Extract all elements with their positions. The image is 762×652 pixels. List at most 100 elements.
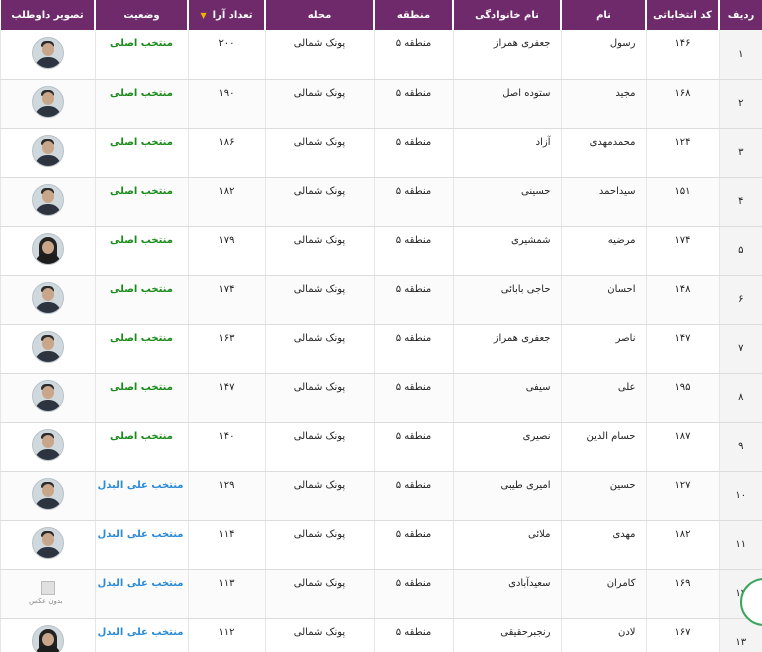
- avatar-body: [34, 498, 61, 509]
- region-cell: منطقه ۵: [373, 177, 453, 227]
- candidate-avatar[interactable]: [31, 135, 64, 167]
- row-number-cell: ۱: [718, 30, 762, 80]
- status-badge: منتخب علی البدل: [94, 520, 188, 570]
- table-row: ۳ ۱۲۴ محمدمهدی آزاد منطقه ۵ پونک شمالی ۱۸۶ منتخ…: [0, 128, 762, 178]
- status-badge: منتخب اصلی: [94, 422, 188, 472]
- header-status[interactable]: وضعیت: [94, 0, 188, 30]
- last-name-cell: جعفری همراز: [452, 30, 561, 80]
- vote-count-cell: ۱۱۳: [187, 569, 265, 619]
- photo-cell: [0, 79, 95, 129]
- table-row: ۴ ۱۵۱ سیداحمد حسینی منطقه ۵ پونک شمالی ۱۸۲ منتخ…: [0, 177, 762, 227]
- election-code-cell: ۱۲۷: [645, 471, 719, 521]
- region-cell: منطقه ۵: [373, 569, 453, 619]
- election-code-cell: ۱۴۶: [645, 30, 719, 80]
- candidate-avatar[interactable]: [31, 429, 64, 461]
- photo-cell: [0, 520, 95, 570]
- region-cell: منطقه ۵: [373, 618, 453, 652]
- status-badge: منتخب علی البدل: [94, 618, 188, 652]
- candidate-avatar[interactable]: [31, 380, 64, 412]
- status-badge: منتخب اصلی: [94, 30, 188, 80]
- neighborhood-cell: پونک شمالی: [264, 226, 374, 276]
- last-name-cell: حاجی بابائی: [452, 275, 561, 325]
- election-code-cell: ۱۶۷: [645, 618, 719, 652]
- header-photo[interactable]: تصویر داوطلب: [0, 0, 95, 30]
- first-name-cell: مرضیه: [560, 226, 646, 276]
- avatar-head: [41, 484, 54, 497]
- neighborhood-cell: پونک شمالی: [264, 422, 374, 472]
- status-badge: منتخب علی البدل: [94, 569, 188, 619]
- region-cell: منطقه ۵: [373, 128, 453, 178]
- candidate-avatar[interactable]: [31, 478, 64, 510]
- header-first-name[interactable]: نام: [560, 0, 646, 30]
- row-number-cell: ۲: [718, 79, 762, 129]
- election-code-cell: ۱۵۱: [645, 177, 719, 227]
- table-row: ۹ ۱۸۷ حسام الدین نصیری منطقه ۵ پونک شمالی ۱۴۰ م…: [0, 422, 762, 472]
- region-cell: منطقه ۵: [373, 422, 453, 472]
- table-header: ردیف کد انتخاباتی نام نام خانوادگی منطقه…: [0, 0, 762, 30]
- election-code-cell: ۱۹۵: [645, 373, 719, 423]
- photo-cell: [0, 324, 95, 374]
- candidate-avatar[interactable]: [31, 233, 64, 265]
- vote-count-cell: ۱۴۷: [187, 373, 265, 423]
- election-code-cell: ۱۴۸: [645, 275, 719, 325]
- candidate-avatar[interactable]: [31, 86, 64, 118]
- photo-cell: [0, 422, 95, 472]
- region-cell: منطقه ۵: [373, 373, 453, 423]
- first-name-cell: رسول: [560, 30, 646, 80]
- header-neighborhood[interactable]: محله: [264, 0, 374, 30]
- photo-cell: [0, 177, 95, 227]
- row-number-cell: ۴: [718, 177, 762, 227]
- candidate-avatar[interactable]: [31, 625, 64, 652]
- election-code-cell: ۱۴۷: [645, 324, 719, 374]
- vote-count-cell: ۱۶۳: [187, 324, 265, 374]
- neighborhood-cell: پونک شمالی: [264, 373, 374, 423]
- candidate-avatar[interactable]: [31, 282, 64, 314]
- last-name-cell: شمشیری: [452, 226, 561, 276]
- avatar-body: [34, 351, 61, 362]
- status-badge: منتخب اصلی: [94, 373, 188, 423]
- row-number-cell: ۵: [718, 226, 762, 276]
- photo-cell: [0, 128, 95, 178]
- header-votes[interactable]: تعداد آرا ▼: [187, 0, 265, 30]
- status-badge: منتخب اصلی: [94, 275, 188, 325]
- last-name-cell: امیری طیبی: [452, 471, 561, 521]
- neighborhood-cell: پونک شمالی: [264, 569, 374, 619]
- vote-count-cell: ۱۹۰: [187, 79, 265, 129]
- table-row: ۵ ۱۷۴ مرضیه شمشیری منطقه ۵ پونک شمالی ۱۷۹ منتخب…: [0, 226, 762, 276]
- photo-cell: [0, 373, 95, 423]
- table-row: ۱۱ ۱۸۲ مهدی ملائی منطقه ۵ پونک شمالی ۱۱۴ منتخب …: [0, 520, 762, 570]
- candidate-avatar[interactable]: [31, 184, 64, 216]
- vote-count-cell: ۱۸۲: [187, 177, 265, 227]
- election-code-cell: ۱۶۹: [645, 569, 719, 619]
- vote-count-cell: ۱۷۴: [187, 275, 265, 325]
- avatar-head: [41, 92, 54, 105]
- neighborhood-cell: پونک شمالی: [264, 30, 374, 80]
- neighborhood-cell: پونک شمالی: [264, 128, 374, 178]
- avatar-head: [41, 633, 54, 646]
- header-last-name[interactable]: نام خانوادگی: [452, 0, 561, 30]
- avatar-head: [41, 42, 54, 56]
- table-row: ۸ ۱۹۵ علی سیفی منطقه ۵ پونک شمالی ۱۴۷ منتخب اصل…: [0, 373, 762, 423]
- row-number-cell: ۳: [718, 128, 762, 178]
- avatar-body: [34, 204, 61, 215]
- avatar-head: [41, 435, 54, 448]
- candidate-avatar[interactable]: [31, 331, 64, 363]
- photo-cell: [0, 275, 95, 325]
- last-name-cell: جعفری همراز: [452, 324, 561, 374]
- candidate-avatar[interactable]: [31, 527, 64, 559]
- header-region[interactable]: منطقه: [373, 0, 453, 30]
- region-cell: منطقه ۵: [373, 226, 453, 276]
- region-cell: منطقه ۵: [373, 30, 453, 80]
- election-code-cell: ۱۸۷: [645, 422, 719, 472]
- neighborhood-cell: پونک شمالی: [264, 275, 374, 325]
- photo-cell: [0, 471, 95, 521]
- candidate-avatar[interactable]: [31, 36, 64, 69]
- election-code-cell: ۱۷۴: [645, 226, 719, 276]
- header-row-number[interactable]: ردیف: [718, 0, 762, 30]
- last-name-cell: رنجبرحقیقی: [452, 618, 561, 652]
- photo-cell: [0, 226, 95, 276]
- table-row: ۲ ۱۶۸ مجید ستوده اصل منطقه ۵ پونک شمالی ۱۹۰ منت…: [0, 79, 762, 129]
- avatar-head: [41, 533, 54, 546]
- header-election-code[interactable]: کد انتخاباتی: [645, 0, 719, 30]
- avatar-body: [34, 400, 61, 411]
